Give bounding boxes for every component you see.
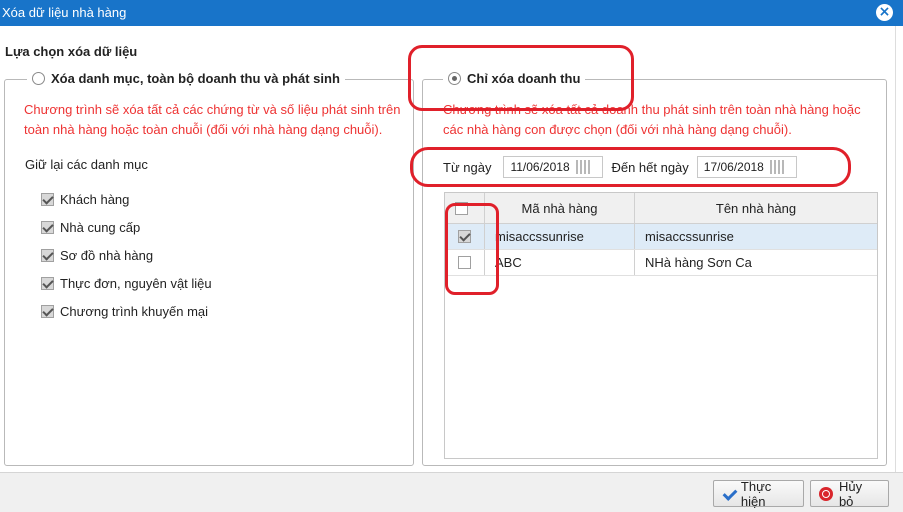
delete-revenue-label: Chỉ xóa doanh thu bbox=[467, 71, 581, 86]
row-check-cell[interactable] bbox=[445, 250, 485, 275]
from-date-field[interactable]: 11/06/2018 bbox=[503, 156, 604, 178]
checkbox[interactable] bbox=[41, 220, 54, 234]
cancel-icon bbox=[819, 486, 833, 501]
row-code: misaccssunrise bbox=[485, 224, 635, 249]
keep-item-label: Sơ đồ nhà hàng bbox=[60, 247, 154, 263]
calendar-icon[interactable] bbox=[769, 160, 786, 174]
keep-item-suppliers[interactable]: Nhà cung cấp bbox=[41, 213, 212, 241]
execute-button-label: Thực hiện bbox=[740, 478, 772, 509]
checkbox[interactable] bbox=[41, 248, 54, 262]
keep-item-customers[interactable]: Khách hàng bbox=[41, 185, 212, 213]
to-date-value: 17/06/2018 bbox=[703, 160, 764, 174]
delete-revenue-radio[interactable] bbox=[448, 72, 461, 85]
to-date-field[interactable]: 17/06/2018 bbox=[696, 156, 797, 178]
table-row[interactable]: ABC NHà hàng Sơn Ca bbox=[445, 250, 877, 276]
execute-button[interactable]: Thực hiện bbox=[713, 478, 804, 509]
select-all-cell[interactable] bbox=[445, 193, 485, 223]
delete-all-description: Chương trình sẽ xóa tất cả các chứng từ … bbox=[24, 102, 401, 137]
keep-item-label: Chương trình khuyến mại bbox=[60, 303, 209, 319]
table-row[interactable]: misaccssunrise misaccssunrise bbox=[445, 224, 877, 250]
check-icon bbox=[722, 487, 735, 501]
window-title: Xóa dữ liệu nhà hàng bbox=[2, 5, 127, 20]
from-date-label: Từ ngày bbox=[443, 159, 492, 175]
keep-item-label: Nhà cung cấp bbox=[60, 219, 141, 235]
keep-item-floor-plan[interactable]: Sơ đồ nhà hàng bbox=[41, 241, 212, 269]
select-all-checkbox[interactable] bbox=[455, 201, 468, 215]
row-checkbox[interactable] bbox=[458, 230, 471, 243]
keep-categories-label: Giữ lại các danh mục bbox=[25, 157, 148, 172]
to-date-label: Đến hết ngày bbox=[611, 159, 689, 175]
row-code: ABC bbox=[485, 250, 635, 275]
keep-categories-list: Khách hàng Nhà cung cấp Sơ đồ nhà hàng T… bbox=[41, 185, 212, 325]
delete-all-label: Xóa danh mục, toàn bộ doanh thu và phát … bbox=[51, 71, 340, 86]
keep-item-menu[interactable]: Thực đơn, nguyên vật liệu bbox=[41, 269, 212, 297]
from-date-value: 11/06/2018 bbox=[510, 160, 570, 174]
checkbox[interactable] bbox=[41, 304, 54, 318]
row-name: NHà hàng Sơn Ca bbox=[645, 255, 752, 270]
dialog-footer: Thực hiện Hủy bỏ bbox=[0, 472, 903, 512]
dialog-body: Lựa chọn xóa dữ liệu Xóa danh mục, toàn … bbox=[0, 26, 896, 472]
checkbox[interactable] bbox=[41, 276, 54, 290]
row-check-cell[interactable] bbox=[445, 224, 485, 249]
delete-revenue-description: Chương trình sẽ xóa tất cả doanh thu phá… bbox=[443, 102, 861, 137]
keep-item-label: Thực đơn, nguyên vật liệu bbox=[60, 275, 212, 291]
delete-revenue-option[interactable]: Chỉ xóa doanh thu bbox=[443, 71, 586, 86]
cancel-button-label: Hủy bỏ bbox=[838, 478, 863, 509]
delete-all-group: Xóa danh mục, toàn bộ doanh thu và phát … bbox=[4, 71, 414, 466]
restaurant-table: Mã nhà hàng Tên nhà hàng misaccssunrise … bbox=[444, 192, 878, 459]
section-title: Lựa chọn xóa dữ liệu bbox=[5, 44, 138, 59]
column-header-name[interactable]: Tên nhà hàng bbox=[635, 193, 877, 223]
keep-item-promotions[interactable]: Chương trình khuyến mại bbox=[41, 297, 212, 325]
delete-revenue-group: Chỉ xóa doanh thu Chương trình sẽ xóa tấ… bbox=[422, 71, 887, 466]
date-range: Từ ngày 11/06/2018 Đến hết ngày 17/06/20… bbox=[443, 156, 797, 178]
delete-all-radio[interactable] bbox=[32, 72, 45, 85]
table-header: Mã nhà hàng Tên nhà hàng bbox=[445, 193, 877, 224]
cancel-button[interactable]: Hủy bỏ bbox=[810, 478, 889, 509]
title-bar: Xóa dữ liệu nhà hàng × bbox=[0, 0, 903, 26]
keep-item-label: Khách hàng bbox=[60, 191, 130, 207]
calendar-icon[interactable] bbox=[575, 160, 592, 174]
checkbox[interactable] bbox=[41, 192, 54, 206]
row-name: misaccssunrise bbox=[645, 229, 734, 244]
column-header-code[interactable]: Mã nhà hàng bbox=[485, 193, 635, 223]
row-checkbox[interactable] bbox=[458, 256, 471, 269]
delete-all-option[interactable]: Xóa danh mục, toàn bộ doanh thu và phát … bbox=[27, 71, 345, 86]
close-icon[interactable]: × bbox=[876, 4, 893, 21]
